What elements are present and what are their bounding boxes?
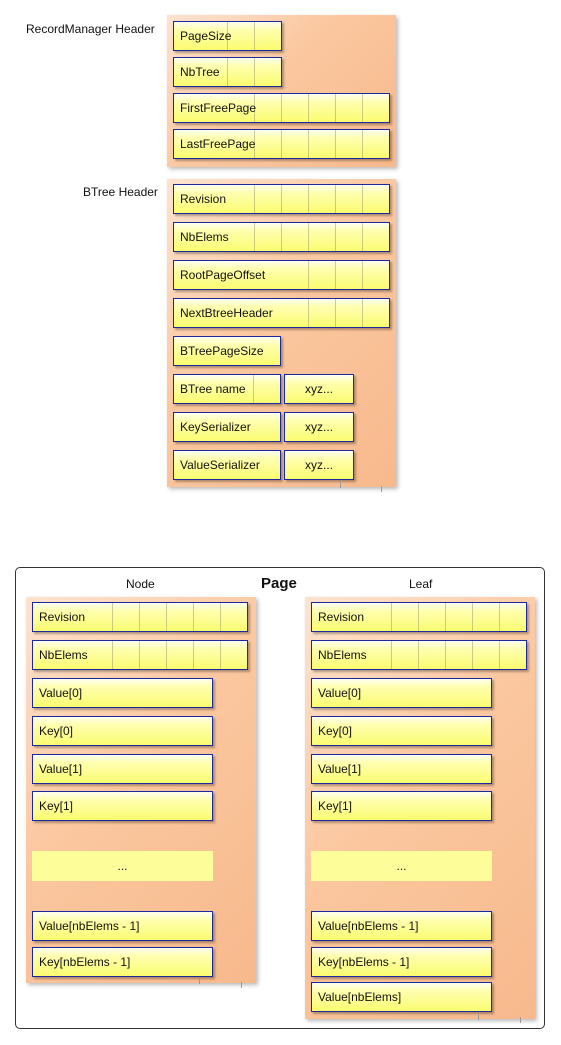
leaf-field-nbelems: NbElems	[311, 640, 527, 670]
leaf-field-value-0: Value[0]	[311, 678, 492, 708]
divider-tick	[241, 982, 242, 988]
node-field-value-last: Value[nbElems - 1]	[32, 911, 213, 941]
field-valueserializer: ValueSerializer	[173, 450, 281, 480]
leaf-field-value-nbelems: Value[nbElems]	[311, 982, 492, 1012]
leaf-field-revision: Revision	[311, 602, 527, 632]
divider-tick	[199, 978, 200, 984]
leaf-field-key-last: Key[nbElems - 1]	[311, 947, 492, 977]
field-keyserializer: KeySerializer	[173, 412, 281, 442]
field-firstfreepage: FirstFreePage	[173, 93, 390, 123]
leaf-field-key-0: Key[0]	[311, 716, 492, 746]
leaf-field-value-last: Value[nbElems - 1]	[311, 911, 492, 941]
field-btreepagesize: BTreePageSize	[173, 336, 281, 366]
node-field-value-0: Value[0]	[32, 678, 213, 708]
leaf-label: Leaf	[409, 577, 433, 591]
field-valueserializer-value: xyz...	[284, 450, 354, 480]
record-manager-header-label: RecordManager Header	[26, 22, 155, 36]
field-nbelems: NbElems	[173, 222, 390, 252]
field-rootpageoffset: RootPageOffset	[173, 260, 390, 290]
node-field-nbelems: NbElems	[32, 640, 248, 670]
leaf-ellipsis: ...	[311, 851, 492, 881]
btree-header-label: BTree Header	[83, 185, 158, 199]
field-btree-name: BTree name	[173, 374, 281, 404]
field-nextbtreeheader: NextBtreeHeader	[173, 298, 390, 328]
node-ellipsis: ...	[32, 851, 213, 881]
divider-tick	[520, 1017, 521, 1023]
node-label: Node	[126, 577, 155, 591]
node-field-key-1: Key[1]	[32, 791, 213, 821]
node-field-revision: Revision	[32, 602, 248, 632]
leaf-field-key-1: Key[1]	[311, 791, 492, 821]
page-title: Page	[261, 575, 297, 592]
divider-tick	[478, 1014, 479, 1020]
divider-tick	[381, 486, 382, 492]
field-keyserializer-value: xyz...	[284, 412, 354, 442]
field-btree-name-value: xyz...	[284, 374, 354, 404]
node-field-value-1: Value[1]	[32, 754, 213, 784]
leaf-field-value-1: Value[1]	[311, 754, 492, 784]
node-field-key-last: Key[nbElems - 1]	[32, 947, 213, 977]
node-field-key-0: Key[0]	[32, 716, 213, 746]
divider-tick	[340, 482, 341, 488]
field-revision: Revision	[173, 184, 390, 214]
field-lastfreepage: LastFreePage	[173, 129, 390, 159]
field-nbtree: NbTree	[173, 57, 282, 87]
field-pagesize: PageSize	[173, 21, 282, 51]
